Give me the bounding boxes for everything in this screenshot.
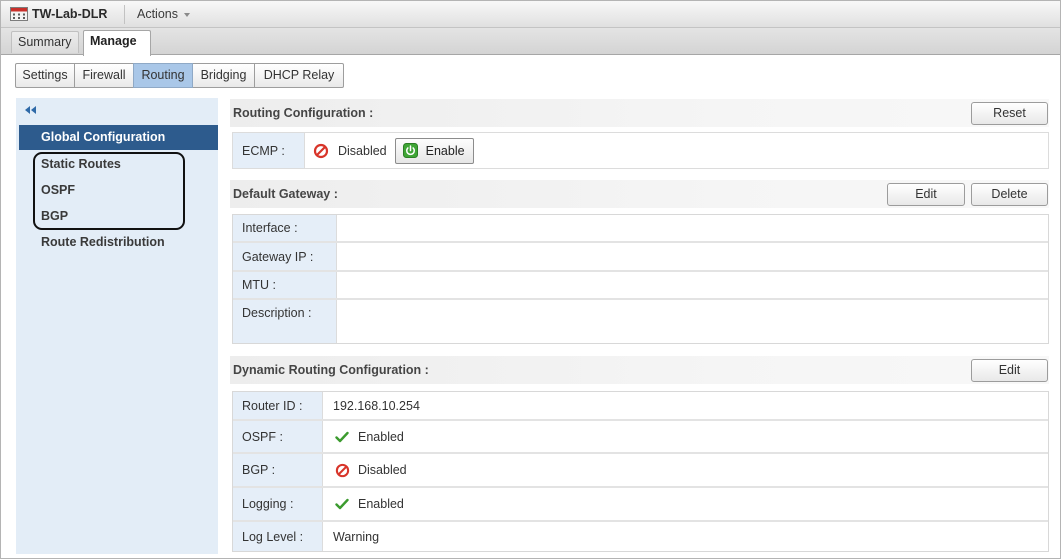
ecmp-label: ECMP :	[233, 133, 304, 168]
main-tab-bar: Summary Manage	[1, 28, 1060, 56]
default-gateway-table: Interface : Gateway IP : MTU : Descripti…	[232, 214, 1049, 344]
routing-sidebar: Global Configuration Static Routes OSPF …	[16, 98, 218, 554]
tab-manage[interactable]: Manage	[83, 30, 151, 56]
disabled-icon	[335, 463, 350, 478]
delete-gateway-button[interactable]: Delete	[971, 183, 1048, 206]
mtu-value	[336, 272, 1048, 298]
header-divider	[124, 5, 125, 24]
section-title: Routing Configuration :	[233, 106, 374, 120]
table-row: Description :	[233, 300, 1048, 343]
dynamic-routing-header: Dynamic Routing Configuration : Edit	[230, 356, 1049, 384]
app-window: TW-Lab-DLR Actions Summary Manage Settin…	[0, 0, 1061, 559]
bgp-value: Disabled	[322, 454, 1048, 486]
router-id-value: 192.168.10.254	[322, 392, 1048, 419]
manage-subtab-bar: Settings Firewall Routing Bridging DHCP …	[15, 63, 344, 88]
table-row: Router ID : 192.168.10.254	[233, 392, 1048, 421]
edge-router-icon	[10, 7, 28, 21]
bgp-status: Disabled	[358, 463, 407, 477]
sidebar-item-route-redistribution[interactable]: Route Redistribution	[19, 229, 218, 255]
logging-status: Enabled	[358, 497, 404, 511]
mtu-label: MTU :	[233, 272, 336, 298]
object-title: TW-Lab-DLR	[32, 7, 108, 21]
table-row: Gateway IP :	[233, 243, 1048, 272]
edit-gateway-button[interactable]: Edit	[887, 183, 965, 206]
sidebar-item-ospf[interactable]: OSPF	[19, 177, 218, 203]
table-row: Logging : Enabled	[233, 488, 1048, 522]
reset-button[interactable]: Reset	[971, 102, 1048, 125]
chevron-down-icon	[184, 12, 190, 17]
table-row: MTU :	[233, 272, 1048, 300]
check-icon	[335, 431, 349, 443]
log-level-label: Log Level :	[233, 522, 322, 551]
enable-label: Enable	[425, 143, 465, 158]
subtab-settings[interactable]: Settings	[15, 63, 75, 88]
actions-label: Actions	[137, 7, 178, 21]
interface-value	[336, 215, 1048, 241]
ecmp-status: Disabled	[338, 143, 387, 158]
dynamic-routing-table: Router ID : 192.168.10.254 OSPF : Enable…	[232, 391, 1049, 552]
subtab-firewall[interactable]: Firewall	[74, 63, 134, 88]
ospf-status: Enabled	[358, 429, 404, 444]
collapse-sidebar-icon[interactable]	[25, 106, 36, 114]
disabled-icon	[313, 143, 329, 159]
subtab-dhcp-relay[interactable]: DHCP Relay	[254, 63, 344, 88]
description-value	[336, 300, 1048, 343]
table-row: Log Level : Warning	[233, 522, 1048, 551]
power-icon	[402, 143, 418, 158]
tab-summary[interactable]: Summary	[11, 31, 79, 53]
ecmp-value: Disabled Enable	[304, 133, 1048, 168]
table-row: BGP : Disabled	[233, 454, 1048, 488]
section-title: Default Gateway :	[233, 187, 338, 201]
check-icon	[335, 498, 349, 510]
default-gateway-header: Default Gateway : Edit Delete	[230, 180, 1049, 208]
gateway-ip-value	[336, 243, 1048, 270]
sidebar-item-static-routes[interactable]: Static Routes	[19, 151, 218, 177]
router-id-label: Router ID :	[233, 392, 322, 419]
edit-dynamic-routing-button[interactable]: Edit	[971, 359, 1048, 382]
gateway-ip-label: Gateway IP :	[233, 243, 336, 270]
logging-value: Enabled	[322, 488, 1048, 520]
table-row: OSPF : Enabled	[233, 421, 1048, 454]
subtab-routing[interactable]: Routing	[133, 63, 193, 88]
subtab-bridging[interactable]: Bridging	[192, 63, 255, 88]
enable-ecmp-button[interactable]: Enable	[394, 137, 474, 164]
log-level-value: Warning	[322, 522, 1048, 551]
description-label: Description :	[233, 300, 336, 343]
ospf-label: OSPF :	[233, 421, 322, 452]
routing-configuration-header: Routing Configuration : Reset	[230, 99, 1049, 127]
interface-label: Interface :	[233, 215, 336, 241]
bgp-label: BGP :	[233, 454, 322, 486]
sidebar-nav: Global Configuration Static Routes OSPF …	[19, 125, 218, 255]
table-row: Interface :	[233, 215, 1048, 243]
object-header: TW-Lab-DLR Actions	[1, 1, 1060, 28]
logging-label: Logging :	[233, 488, 322, 520]
sidebar-item-bgp[interactable]: BGP	[19, 203, 218, 229]
ospf-value: Enabled	[322, 421, 1048, 452]
section-title: Dynamic Routing Configuration :	[233, 363, 429, 377]
sidebar-item-global-configuration[interactable]: Global Configuration	[19, 125, 218, 150]
ecmp-row: ECMP : Disabled Enable	[232, 132, 1049, 169]
actions-menu[interactable]: Actions	[137, 1, 190, 28]
